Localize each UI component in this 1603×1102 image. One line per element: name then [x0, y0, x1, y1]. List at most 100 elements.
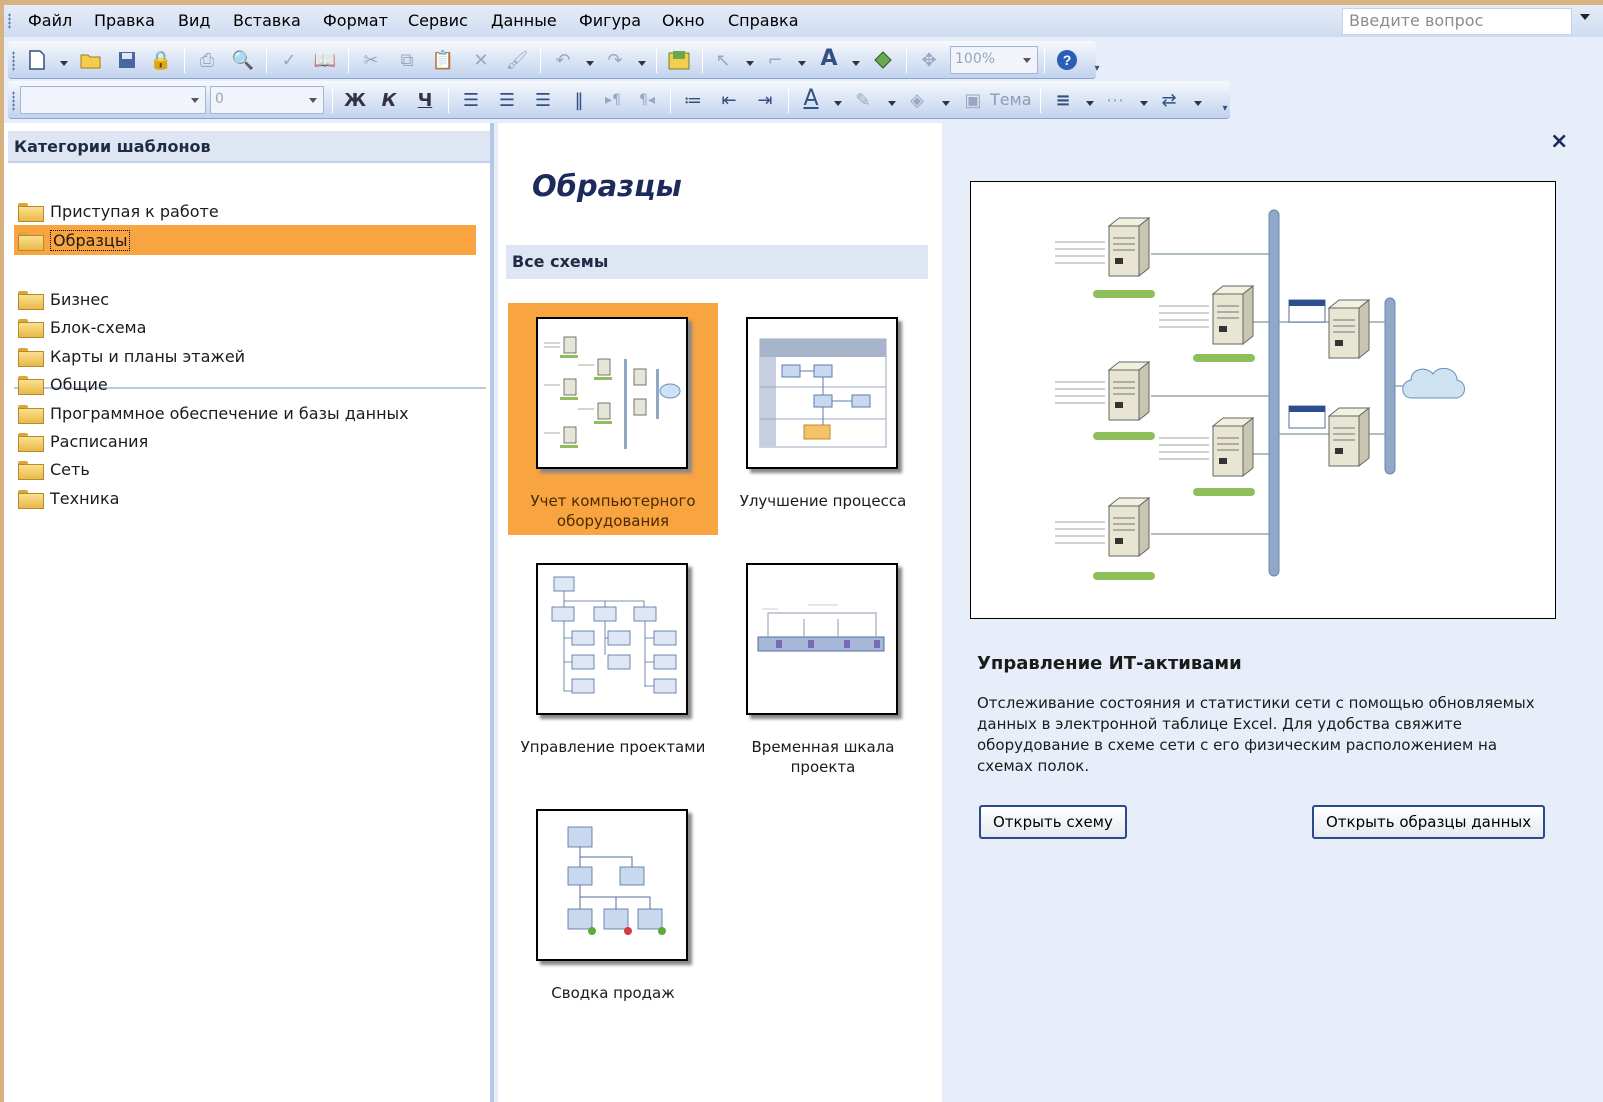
connector-tool-icon[interactable]: ⌐	[762, 47, 788, 73]
decrease-indent-icon[interactable]: ⇤	[716, 87, 742, 113]
ltr-text-icon[interactable]: ▸¶	[600, 87, 626, 113]
template-tile-project-management[interactable]: Управление проектами	[508, 549, 718, 781]
menu-tools[interactable]: Сервис	[408, 11, 468, 30]
open-folder-icon[interactable]	[78, 47, 104, 73]
theme-icon[interactable]: ▣	[960, 87, 986, 113]
line-color-dropdown-arrow[interactable]	[888, 101, 896, 106]
new-dropdown-arrow[interactable]	[60, 61, 68, 66]
justify-icon[interactable]: ‖	[566, 87, 592, 113]
template-tile-process-improvement[interactable]: Улучшение процесса	[718, 303, 928, 535]
category-flowchart[interactable]: Блок-схема	[18, 315, 146, 339]
category-label: Карты и планы этажей	[50, 346, 246, 366]
format-painter-icon[interactable]: 🖌	[504, 47, 530, 73]
undo-dropdown-arrow[interactable]	[586, 61, 594, 66]
paste-icon[interactable]: 📋	[430, 47, 456, 73]
italic-button[interactable]: К	[376, 87, 402, 113]
category-maps-floorplans[interactable]: Карты и планы этажей	[18, 344, 245, 368]
template-tile-project-timeline[interactable]: Временная шкала проекта	[718, 549, 928, 781]
print-icon[interactable]: ⎙	[194, 47, 220, 73]
align-left-icon[interactable]: ☰	[458, 87, 484, 113]
help-question-input[interactable]: Введите вопрос	[1342, 8, 1572, 35]
font-name-combo[interactable]	[20, 86, 206, 114]
permission-icon[interactable]: 🔒	[148, 47, 174, 73]
menu-help[interactable]: Справка	[728, 11, 799, 30]
line-pattern-icon[interactable]: ⋯	[1102, 87, 1128, 113]
cut-icon[interactable]: ✂	[358, 47, 384, 73]
toolbar-grip[interactable]	[12, 51, 15, 71]
menu-format[interactable]: Формат	[323, 11, 388, 30]
open-diagram-button[interactable]: Открыть схему	[979, 805, 1127, 839]
template-label: Управление проектами	[520, 738, 706, 756]
toolbar-grip[interactable]	[12, 91, 15, 111]
fill-shape-icon[interactable]	[870, 47, 896, 73]
pan-zoom-icon[interactable]: ✥	[916, 47, 942, 73]
toolbar-options-icon[interactable]: ▾	[1084, 55, 1110, 81]
print-preview-icon[interactable]: 🔍	[230, 47, 256, 73]
undo-icon[interactable]: ↶	[550, 47, 576, 73]
line-ends-icon[interactable]: ⇄	[1156, 87, 1182, 113]
line-pattern-dropdown-arrow[interactable]	[1140, 101, 1148, 106]
save-icon[interactable]	[114, 47, 140, 73]
line-weight-icon[interactable]: ≡	[1050, 87, 1076, 113]
font-name-dropdown-arrow[interactable]	[191, 98, 199, 103]
category-general[interactable]: Общие	[18, 372, 108, 396]
formatting-toolbar: 0 Ж К Ч ☰ ☰ ☰ ‖ ▸¶ ¶◂ ≔ ⇤ ⇥ A ✎ ◈ ▣ Тема…	[8, 81, 1230, 119]
delete-icon[interactable]: ✕	[468, 47, 494, 73]
line-ends-dropdown-arrow[interactable]	[1194, 101, 1202, 106]
menu-shape[interactable]: Фигура	[579, 11, 641, 30]
category-network[interactable]: Сеть	[18, 457, 90, 481]
redo-icon[interactable]: ↷	[602, 47, 628, 73]
line-color-icon[interactable]: ✎	[850, 87, 876, 113]
copy-icon[interactable]: ⧉	[394, 47, 420, 73]
pointer-tool-icon[interactable]: ↖	[710, 47, 736, 73]
new-document-icon[interactable]	[24, 47, 50, 73]
fill-color-icon[interactable]: ◈	[904, 87, 930, 113]
menu-edit[interactable]: Правка	[94, 11, 155, 30]
menu-view[interactable]: Вид	[178, 11, 210, 30]
template-label: Улучшение процесса	[739, 492, 907, 510]
category-samples[interactable]: Образцы	[14, 225, 476, 255]
underline-button[interactable]: Ч	[412, 87, 438, 113]
redo-dropdown-arrow[interactable]	[638, 61, 646, 66]
align-right-icon[interactable]: ☰	[530, 87, 556, 113]
pointer-dropdown-arrow[interactable]	[746, 61, 754, 66]
close-icon[interactable]: ×	[1550, 129, 1568, 154]
spelling-icon[interactable]: ✓	[276, 47, 302, 73]
research-icon[interactable]: 📖	[312, 47, 338, 73]
text-tool-icon[interactable]: A	[816, 45, 842, 71]
font-color-icon[interactable]: A	[798, 85, 824, 111]
svg-text:?: ?	[1063, 52, 1072, 68]
zoom-combo[interactable]: 100%	[950, 46, 1038, 74]
template-tile-sales-summary[interactable]: Сводка продаж	[508, 795, 718, 1027]
category-business[interactable]: Бизнес	[18, 287, 109, 311]
text-dropdown-arrow[interactable]	[852, 61, 860, 66]
category-engineering[interactable]: Техника	[18, 486, 119, 510]
rtl-text-icon[interactable]: ¶◂	[634, 87, 660, 113]
open-sample-data-button[interactable]: Открыть образцы данных	[1312, 805, 1546, 839]
category-schedules[interactable]: Расписания	[18, 429, 148, 453]
menu-insert[interactable]: Вставка	[233, 11, 301, 30]
menu-file[interactable]: Файл	[28, 11, 72, 30]
font-size-combo[interactable]: 0	[210, 86, 324, 114]
connector-dropdown-arrow[interactable]	[798, 61, 806, 66]
fill-color-dropdown-arrow[interactable]	[942, 101, 950, 106]
menu-data[interactable]: Данные	[491, 11, 557, 30]
template-tile-it-asset[interactable]: Учет компьютерного оборудования	[508, 303, 718, 535]
menu-window[interactable]: Окно	[662, 11, 705, 30]
line-weight-dropdown-arrow[interactable]	[1086, 101, 1094, 106]
increase-indent-icon[interactable]: ⇥	[752, 87, 778, 113]
font-color-dropdown-arrow[interactable]	[834, 101, 842, 106]
bold-button[interactable]: Ж	[342, 87, 368, 113]
font-size-dropdown-arrow[interactable]	[309, 98, 317, 103]
bullets-icon[interactable]: ≔	[680, 87, 706, 113]
help-dropdown-arrow[interactable]	[1580, 14, 1590, 20]
align-center-icon[interactable]: ☰	[494, 87, 520, 113]
toolbar-options-icon[interactable]: ▾	[1212, 95, 1238, 121]
category-getting-started[interactable]: Приступая к работе	[18, 199, 219, 223]
help-icon[interactable]: ?	[1054, 47, 1080, 73]
shapes-window-icon[interactable]	[666, 47, 692, 73]
zoom-dropdown-arrow[interactable]	[1023, 58, 1031, 63]
menubar-grip[interactable]	[8, 13, 11, 29]
category-software-db[interactable]: Программное обеспечение и базы данных	[18, 401, 409, 425]
theme-button[interactable]: Тема	[990, 90, 1032, 109]
